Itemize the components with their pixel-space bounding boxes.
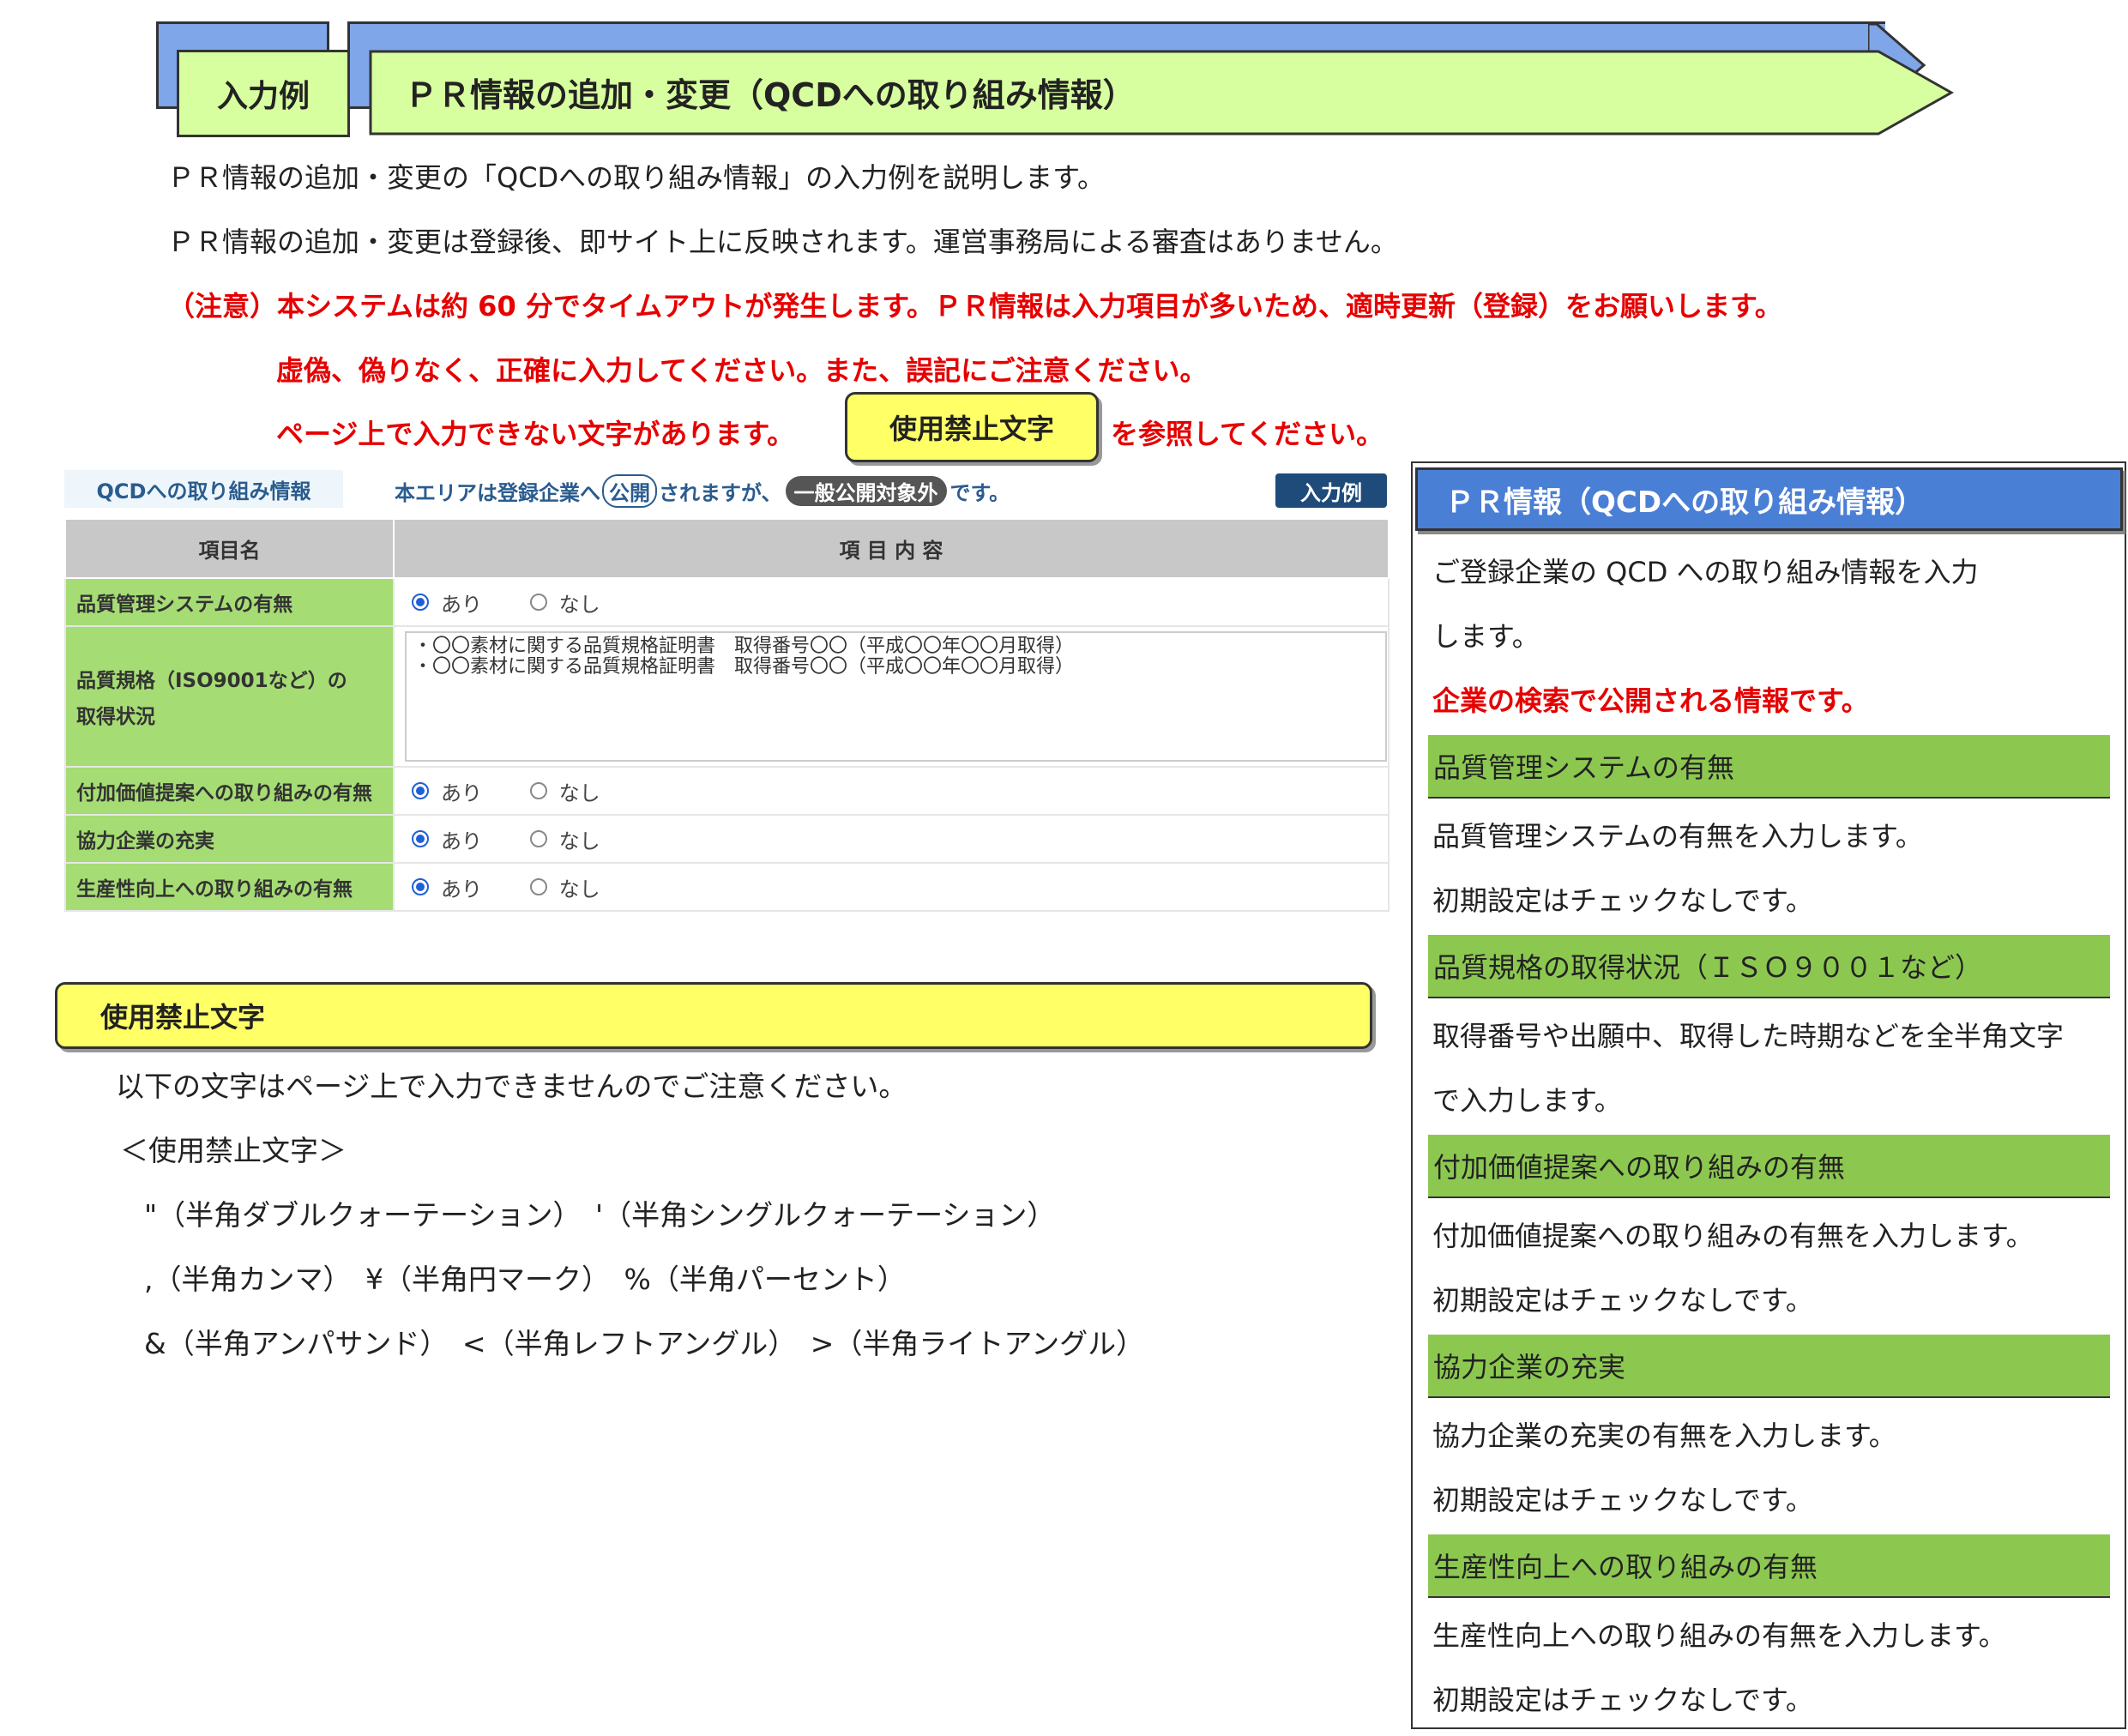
panel-section-head: 協力企業の充実 bbox=[1428, 1335, 2110, 1398]
example-button[interactable]: 入力例 bbox=[1275, 473, 1387, 508]
public-badge: 公開 bbox=[602, 474, 657, 508]
iso-textarea-line-1: ・〇〇素材に関する品質規格証明書 取得番号〇〇（平成〇〇年〇〇月取得） bbox=[413, 636, 1075, 657]
radio-unchecked-icon bbox=[529, 782, 547, 799]
productivity-yes-radio[interactable]: あり bbox=[412, 872, 482, 902]
panel-intro-1: ご登録企業の QCD への取り組み情報を入力 bbox=[1432, 556, 1979, 588]
forbidden-desc: 以下の文字はページ上で入力できませんのでご注意ください。 bbox=[116, 1070, 907, 1103]
warning-line-1: （注意）本システムは約 60 分でタイムアウトが発生します。ＰＲ情報は入力項目が… bbox=[167, 290, 1782, 322]
col-content-header: 項 目 内 容 bbox=[393, 518, 1390, 579]
forbidden-list-line-2: ,（半角カンマ） ¥（半角円マーク） %（半角パーセント） bbox=[144, 1263, 906, 1296]
excluded-badge: 一般公開対象外 bbox=[785, 476, 947, 506]
radio-label: あり bbox=[441, 781, 482, 805]
banner-tag: 入力例 bbox=[177, 50, 350, 137]
radio-label: あり bbox=[441, 877, 482, 901]
warning-line-3b: を参照してください。 bbox=[1111, 418, 1384, 450]
panel-section-head: 品質規格の取得状況（ＩＳＯ９００１など） bbox=[1428, 935, 2110, 998]
radio-label: なし bbox=[558, 829, 600, 853]
productivity-no-radio[interactable]: なし bbox=[529, 872, 600, 902]
radio-label: あり bbox=[441, 829, 482, 853]
explanation-panel-title: ＰＲ情報（QCDへの取り組み情報） bbox=[1415, 467, 2123, 531]
panel-section-line: 取得番号や出願中、取得した時期などを全半角文字 bbox=[1432, 1020, 2065, 1052]
panel-section-line: 品質管理システムの有無を入力します。 bbox=[1432, 820, 1923, 853]
page-title: ＰＲ情報の追加・変更（QCDへの取り組み情報） bbox=[405, 76, 1136, 114]
panel-section-line: で入力します。 bbox=[1432, 1084, 1622, 1117]
radio-unchecked-icon bbox=[529, 830, 547, 847]
table-row: 付加価値提案への取り組みの有無 あり なし bbox=[64, 766, 1390, 816]
row-label-partners: 協力企業の充実 bbox=[64, 814, 395, 864]
area-note: 本エリアは登録企業へ 公開 されますが、 一般公開対象外 です。 bbox=[395, 474, 1010, 508]
panel-section-line: 生産性向上への取り組みの有無を入力します。 bbox=[1432, 1619, 2006, 1652]
intro-line-2: ＰＲ情報の追加・変更は登録後、即サイト上に反映されます。運営事務局による審査はあ… bbox=[167, 226, 1398, 258]
panel-section-line: 協力企業の充実の有無を入力します。 bbox=[1432, 1420, 1896, 1452]
partners-no-radio[interactable]: なし bbox=[529, 824, 600, 854]
intro-line-1: ＰＲ情報の追加・変更の「QCDへの取り組み情報」の入力例を説明します。 bbox=[167, 161, 1105, 194]
forbidden-chars-button[interactable]: 使用禁止文字 bbox=[845, 392, 1099, 462]
row-label-value-proposal: 付加価値提案への取り組みの有無 bbox=[64, 766, 395, 816]
warning-line-2: 虚偽、偽りなく、正確に入力してください。また、誤記にご注意ください。 bbox=[276, 354, 1208, 387]
forbidden-chars-heading: 使用禁止文字 bbox=[55, 982, 1372, 1049]
row-label-iso: 品質規格（ISO9001など）の 取得状況 bbox=[64, 625, 395, 768]
panel-section-line: 初期設定はチェックなしです。 bbox=[1432, 1284, 1813, 1317]
iso-textarea-line-2: ・〇〇素材に関する品質規格証明書 取得番号〇〇（平成〇〇年〇〇月取得） bbox=[413, 656, 1075, 678]
panel-section-line: 付加価値提案への取り組みの有無を入力します。 bbox=[1432, 1220, 2034, 1252]
area-note-mid: されますが、 bbox=[659, 481, 782, 505]
iso-label-line-1: 品質規格（ISO9001など）の bbox=[76, 670, 347, 692]
radio-checked-icon bbox=[412, 830, 429, 847]
area-note-post: です。 bbox=[949, 481, 1010, 505]
table-row: 品質管理システムの有無 あり なし bbox=[64, 577, 1390, 627]
panel-section-head: 品質管理システムの有無 bbox=[1428, 735, 2110, 799]
value-proposal-no-radio[interactable]: なし bbox=[529, 776, 600, 806]
iso-label-line-2: 取得状況 bbox=[76, 706, 155, 728]
table-row: 品質規格（ISO9001など）の 取得状況 ・〇〇素材に関する品質規格証明書 取… bbox=[64, 625, 1390, 768]
radio-checked-icon bbox=[412, 594, 429, 611]
radio-label: あり bbox=[441, 592, 482, 617]
panel-section-head: 生産性向上への取り組みの有無 bbox=[1428, 1534, 2110, 1598]
panel-section-line: 初期設定はチェックなしです。 bbox=[1432, 884, 1813, 917]
col-item-header: 項目名 bbox=[64, 518, 395, 579]
radio-unchecked-icon bbox=[529, 878, 547, 895]
forbidden-list-heading: ＜使用禁止文字＞ bbox=[120, 1134, 347, 1167]
qcd-form-table: 項目名 項 目 内 容 品質管理システムの有無 あり なし 品質規格（ISO90… bbox=[64, 518, 1390, 912]
forbidden-list-line-3: &（半角アンパサンド） <（半角レフトアングル） >（半角ライトアングル） bbox=[144, 1327, 1145, 1360]
warning-line-3a: ページ上で入力できない文字があります。 bbox=[276, 418, 795, 450]
quality-system-yes-radio[interactable]: あり bbox=[412, 588, 482, 618]
radio-unchecked-icon bbox=[529, 594, 547, 611]
row-label-productivity: 生産性向上への取り組みの有無 bbox=[64, 862, 395, 912]
area-note-pre: 本エリアは登録企業へ bbox=[395, 481, 600, 505]
form-section-label: QCDへの取り組み情報 bbox=[64, 470, 343, 508]
forbidden-list-line-1: "（半角ダブルクォーテーション） '（半角シングルクォーテーション） bbox=[144, 1198, 1056, 1232]
panel-section-head: 付加価値提案への取り組みの有無 bbox=[1428, 1135, 2110, 1198]
partners-yes-radio[interactable]: あり bbox=[412, 824, 482, 854]
radio-label: なし bbox=[558, 781, 600, 805]
row-label-quality-system: 品質管理システムの有無 bbox=[64, 577, 395, 627]
radio-checked-icon bbox=[412, 878, 429, 895]
iso-textarea[interactable]: ・〇〇素材に関する品質規格証明書 取得番号〇〇（平成〇〇年〇〇月取得） ・〇〇素… bbox=[405, 631, 1387, 762]
quality-system-no-radio[interactable]: なし bbox=[529, 588, 600, 618]
value-proposal-yes-radio[interactable]: あり bbox=[412, 776, 482, 806]
panel-intro-2: します。 bbox=[1432, 620, 1540, 653]
radio-label: なし bbox=[558, 592, 600, 617]
panel-section-line: 初期設定はチェックなしです。 bbox=[1432, 1484, 1813, 1516]
radio-checked-icon bbox=[412, 782, 429, 799]
panel-public-note: 企業の検索で公開される情報です。 bbox=[1432, 684, 1869, 717]
panel-section-line: 初期設定はチェックなしです。 bbox=[1432, 1684, 1813, 1716]
radio-label: なし bbox=[558, 877, 600, 901]
table-row: 協力企業の充実 あり なし bbox=[64, 814, 1390, 864]
table-row: 生産性向上への取り組みの有無 あり なし bbox=[64, 862, 1390, 912]
